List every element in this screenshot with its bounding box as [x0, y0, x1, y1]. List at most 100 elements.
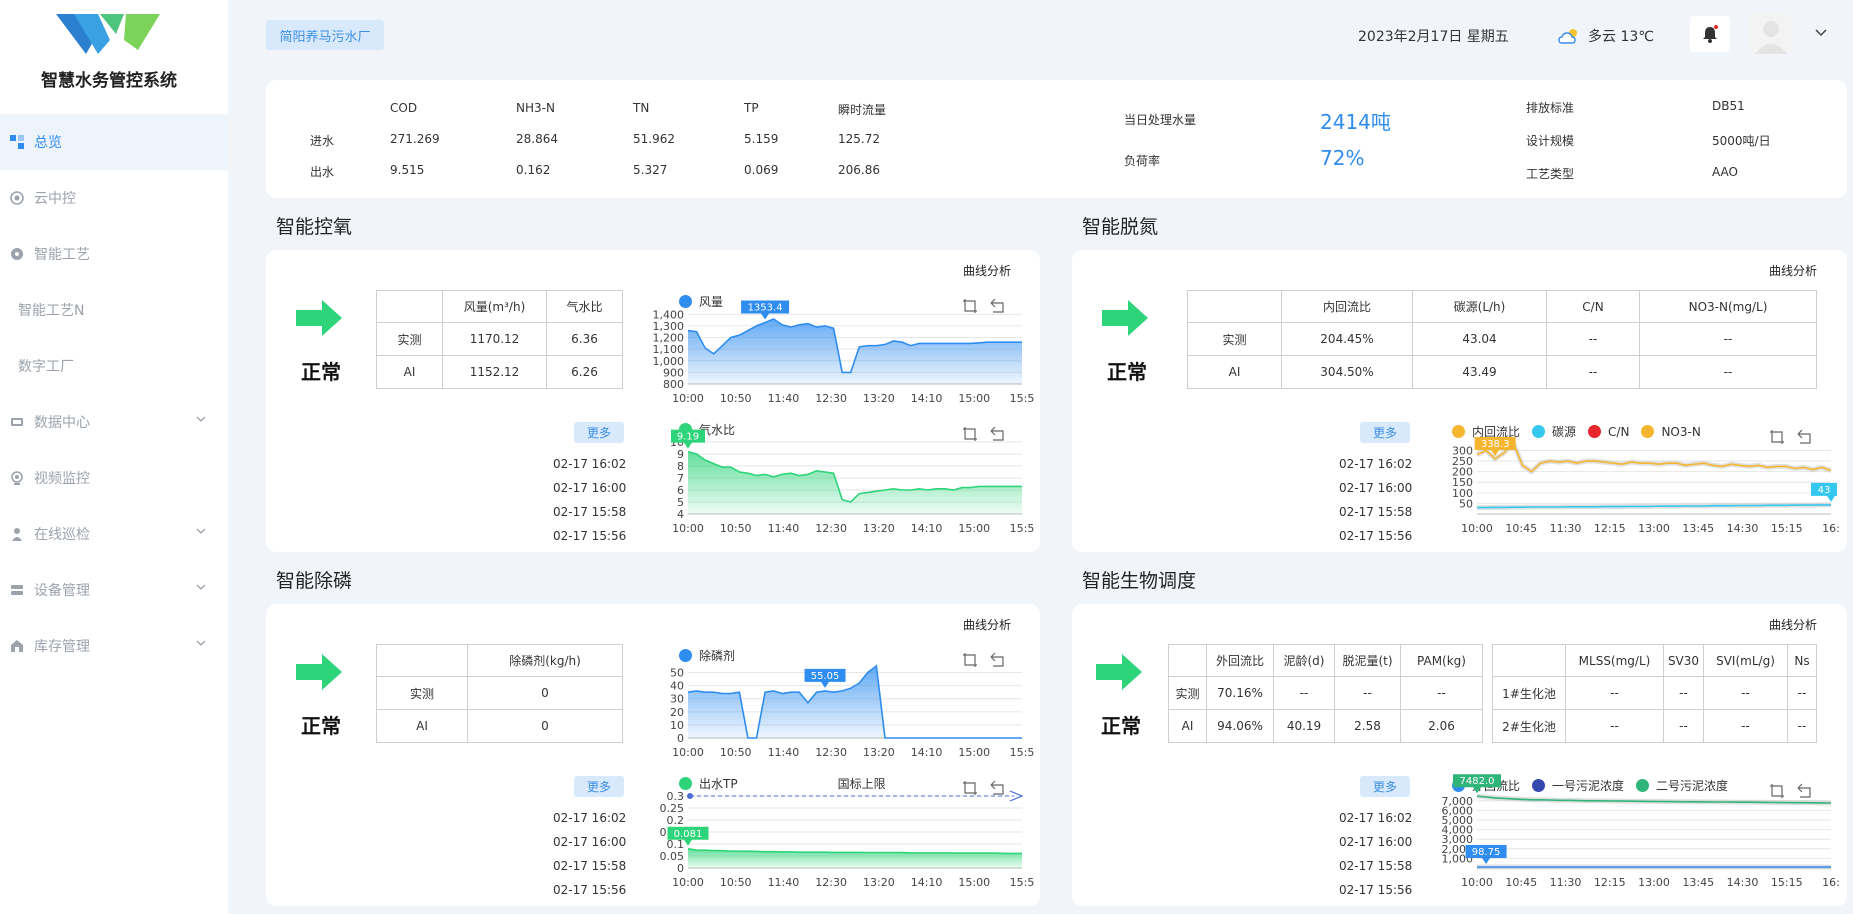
data-marker-label: 0.081	[674, 829, 703, 840]
legend-label: NO3-N	[1661, 424, 1701, 439]
table-header-cell	[1187, 290, 1282, 323]
summary-header-tn: TN	[633, 101, 650, 115]
curve-analysis-link[interactable]: 曲线分析	[963, 616, 1011, 633]
data-marker-label: 9.19	[677, 432, 699, 443]
more-button[interactable]: 更多	[574, 776, 624, 797]
table-cell: 204.45%	[1281, 322, 1413, 356]
sidebar-item-inspection[interactable]: 在线巡检	[0, 506, 228, 562]
legend-dot	[1641, 425, 1655, 438]
bio-section-title: 智能生物调度	[1082, 570, 1197, 592]
x-tick-label: 10:00	[672, 876, 704, 889]
x-tick-label: 16:	[1822, 876, 1840, 889]
sidebar-item-overview[interactable]: 总览	[0, 114, 228, 170]
table-cell: 2.06	[1400, 709, 1483, 743]
sidebar-item-inventory[interactable]: 库存管理	[0, 618, 228, 674]
sidebar-item-label: 库存管理	[34, 639, 90, 655]
x-tick-label: 15:15	[1771, 522, 1803, 535]
table-cell: --	[1663, 709, 1704, 743]
log-time: 02-17 16:00	[553, 481, 627, 495]
curve-analysis-link[interactable]: 曲线分析	[1769, 262, 1817, 279]
table-cell: --	[1565, 709, 1664, 743]
sidebar-item-digital-factory[interactable]: 数字工厂	[0, 338, 228, 394]
notification-button[interactable]	[1690, 16, 1730, 52]
data-center-icon	[10, 415, 24, 429]
y-tick-label: 300	[1452, 444, 1473, 457]
sidebar-item-device[interactable]: 设备管理	[0, 562, 228, 618]
row-label: AI	[1168, 709, 1207, 743]
x-tick-label: 15:00	[958, 522, 990, 535]
legend-item[interactable]: 二号污泥浓度	[1636, 777, 1728, 794]
sidebar-item-process[interactable]: 智能工艺	[0, 226, 228, 282]
legend-dot	[1636, 779, 1650, 792]
chevron-down-icon	[196, 640, 206, 646]
sidebar-item-video[interactable]: 视频监控	[0, 450, 228, 506]
x-tick-label: 14:10	[911, 876, 943, 889]
threshold-start	[687, 793, 693, 799]
weather-display: 多云 13℃	[1558, 26, 1654, 46]
y-tick-label: 0.25	[660, 802, 685, 815]
x-tick-label: 11:30	[1550, 522, 1582, 535]
legend-label: 除磷剂	[699, 649, 736, 663]
y-tick-label: 0	[677, 862, 684, 875]
table-header-cell: 除磷剂(kg/h)	[467, 644, 623, 677]
more-button[interactable]: 更多	[1360, 422, 1410, 443]
table-header-cell: MLSS(mg/L)	[1565, 644, 1664, 677]
x-tick-label: 11:30	[1550, 876, 1582, 889]
x-tick-label: 13:00	[1638, 522, 1670, 535]
row-label: 实测	[376, 676, 468, 710]
chart-phosphorus-agent: 01020304050 10:00 10:50 11:40 12:30 13:20 14:1…	[670, 664, 1034, 759]
scale-label: 设计规模	[1526, 134, 1575, 148]
nitrogen-section-title: 智能脱氮	[1082, 216, 1159, 238]
chevron-down-icon	[196, 584, 206, 590]
legend-item[interactable]: C/N	[1588, 425, 1629, 439]
arrow-right-icon	[296, 654, 342, 690]
x-tick-label: 13:20	[863, 876, 895, 889]
threshold-label: 国标上限	[838, 777, 886, 791]
avatar[interactable]	[1750, 14, 1792, 54]
curve-analysis-link[interactable]: 曲线分析	[1769, 616, 1817, 633]
sidebar-item-label: 数字工厂	[18, 359, 74, 375]
table-header-cell: 泥龄(d)	[1273, 644, 1335, 677]
log-time: 02-17 16:02	[553, 811, 627, 825]
sidebar-item-cloud-control[interactable]: 云中控	[0, 170, 228, 226]
table-cell: --	[1663, 676, 1704, 710]
curve-analysis-link[interactable]: 曲线分析	[963, 262, 1011, 279]
legend-item[interactable]: 碳源	[1532, 423, 1576, 440]
table-header-cell: SVI(mL/g)	[1703, 644, 1788, 677]
table-cell: --	[1546, 322, 1640, 356]
table-cell: 43.04	[1412, 322, 1547, 356]
x-tick-label: 15:15	[1771, 876, 1803, 889]
more-button[interactable]: 更多	[1360, 776, 1410, 797]
nitrogen-card: 曲线分析 正常 内回流比 碳源(L/h) C/N NO3-N(mg/L) 实测 204.…	[1072, 250, 1847, 552]
data-marker-label: 338.3	[1481, 439, 1510, 450]
summary-cell: 206.86	[838, 163, 880, 177]
summary-cell: 9.515	[390, 163, 425, 177]
x-tick-label: 12:15	[1594, 522, 1626, 535]
y-tick-label: 6	[677, 484, 684, 497]
chevron-down-icon[interactable]	[1815, 28, 1827, 38]
y-tick-label: 1,400	[653, 308, 685, 321]
x-tick-label: 14:10	[911, 522, 943, 535]
table-cell: 304.50%	[1281, 355, 1413, 389]
sidebar-item-data-center[interactable]: 数据中心	[0, 394, 228, 450]
sidebar-item-label: 总览	[34, 135, 62, 151]
table-cell: --	[1546, 355, 1640, 389]
plant-selector[interactable]: 简阳养马污水厂	[266, 20, 384, 50]
x-tick-label: 11:40	[768, 392, 800, 405]
row-label: 2#生化池	[1492, 709, 1566, 743]
chevron-down-icon	[196, 416, 206, 422]
log-time: 02-17 15:56	[1339, 529, 1413, 543]
legend-item[interactable]: 一号污泥浓度	[1532, 777, 1624, 794]
arrow-right-icon	[1096, 654, 1142, 690]
sidebar-item-process-n[interactable]: 智能工艺N	[0, 282, 228, 338]
y-tick-label: 7,000	[1442, 795, 1474, 808]
legend-item[interactable]: NO3-N	[1641, 424, 1701, 439]
y-tick-label: 20	[670, 706, 684, 719]
x-tick-label: 12:30	[815, 746, 847, 759]
legend-dot	[679, 649, 692, 662]
more-button[interactable]: 更多	[574, 422, 624, 443]
summary-cell: 125.72	[838, 132, 880, 146]
x-tick-label: 10:00	[672, 746, 704, 759]
table-header-cell	[376, 290, 443, 323]
chevron-down-icon	[196, 528, 206, 534]
